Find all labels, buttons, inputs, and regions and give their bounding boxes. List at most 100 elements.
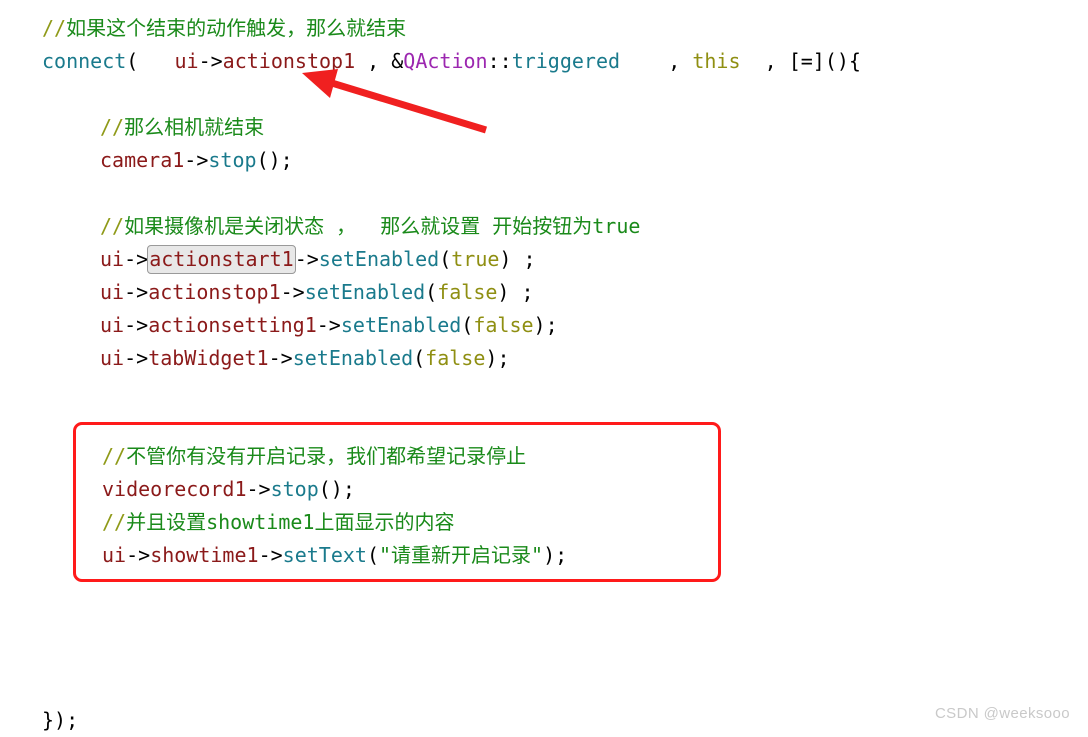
arrow-operator: -> <box>124 247 149 271</box>
close-paren: ) <box>497 280 510 304</box>
code-line-actionsetting1[interactable]: ui->actionsetting1->setEnabled(false); <box>42 309 1052 342</box>
ui-object: ui <box>100 313 125 337</box>
code-line-comment-record[interactable]: //不管你有没有开启记录，我们都希望记录停止 <box>102 440 722 473</box>
comment-text-showtime: 并且设置showtime1上面显示的内容 <box>126 510 455 534</box>
stop-method: stop <box>208 148 257 172</box>
code-block[interactable]: //如果这个结束的动作触发，那么就结束 connect( ui->actions… <box>42 12 1052 737</box>
code-line-closing[interactable]: }); <box>42 704 1052 737</box>
code-line-tabwidget1[interactable]: ui->tabWidget1->setEnabled(false); <box>42 342 1052 375</box>
semicolon: ; <box>342 477 355 501</box>
showtime1-member: showtime1 <box>150 543 259 567</box>
code-line-comment-enable[interactable]: //如果摄像机是关闭状态 ， 那么就设置 开始按钮为true <box>42 210 1052 243</box>
code-line-actionstart1[interactable]: ui->actionstart1->setEnabled(true) ; <box>42 243 1052 276</box>
code-line-camera-stop[interactable]: camera1->stop(); <box>42 144 1052 177</box>
connect-function-name: connect <box>42 49 127 73</box>
false-literal: false <box>473 313 534 337</box>
ampersand: & <box>391 49 404 73</box>
false-literal: false <box>425 346 486 370</box>
code-editor-surface: //如果这个结束的动作触发，那么就结束 connect( ui->actions… <box>0 0 1088 734</box>
code-line-comment-trigger[interactable]: //如果这个结束的动作触发，那么就结束 <box>42 12 1052 45</box>
string-literal-showtime: "请重新开启记录" <box>379 543 544 567</box>
triggered-signal: triggered <box>511 49 621 73</box>
comment-text-record: 不管你有没有开启记录，我们都希望记录停止 <box>126 444 527 468</box>
videorecord1-object: videorecord1 <box>102 477 247 501</box>
open-paren: ( <box>413 346 426 370</box>
tabwidget1-member: tabWidget1 <box>148 346 269 370</box>
comma: , <box>764 49 777 73</box>
arrow-operator: -> <box>124 313 149 337</box>
arrow-operator: -> <box>280 280 305 304</box>
setenabled-method: setEnabled <box>340 313 462 337</box>
ui-object: ui <box>100 346 125 370</box>
actionstop1-member: actionstop1 <box>222 49 356 73</box>
lambda-params: () <box>824 49 849 73</box>
comma: , <box>367 49 380 73</box>
this-keyword: this <box>692 49 741 73</box>
comma: , <box>668 49 681 73</box>
open-paren: ( <box>126 49 139 73</box>
arrow-operator: -> <box>316 313 341 337</box>
close-paren: ) <box>485 346 498 370</box>
true-literal: true <box>451 247 500 271</box>
open-paren: ( <box>366 543 379 567</box>
comment-text-trigger: 如果这个结束的动作触发，那么就结束 <box>66 16 407 40</box>
semicolon: ; <box>545 313 558 337</box>
close-paren: ) <box>543 543 556 567</box>
actionstart1-highlighted-identifier[interactable]: actionstart1 <box>147 245 296 274</box>
arrow-operator: -> <box>184 148 209 172</box>
comment-slashes: // <box>100 214 125 238</box>
close-paren: ) <box>533 313 546 337</box>
semicolon: ; <box>555 543 568 567</box>
empty-parens: () <box>256 148 281 172</box>
actionstop1-member: actionstop1 <box>148 280 281 304</box>
semicolon: ; <box>280 148 293 172</box>
setenabled-method: setEnabled <box>318 247 440 271</box>
close-paren: ) <box>499 247 512 271</box>
comment-slashes: // <box>102 510 127 534</box>
empty-parens: () <box>318 477 343 501</box>
setenabled-method: setEnabled <box>292 346 414 370</box>
camera1-object: camera1 <box>100 148 185 172</box>
stop-method: stop <box>270 477 319 501</box>
arrow-operator: -> <box>246 477 271 501</box>
arrow-operator: -> <box>126 543 151 567</box>
ui-object: ui <box>100 280 125 304</box>
comment-slashes: // <box>100 115 125 139</box>
boxed-code-group[interactable]: //不管你有没有开启记录，我们都希望记录停止 videorecord1->sto… <box>102 440 722 572</box>
arrow-operator: -> <box>198 49 223 73</box>
open-paren: ( <box>425 280 438 304</box>
setenabled-method: setEnabled <box>304 280 426 304</box>
comment-slashes: // <box>102 444 127 468</box>
code-line-actionstop1[interactable]: ui->actionstop1->setEnabled(false) ; <box>42 276 1052 309</box>
qaction-type: QAction <box>403 49 488 73</box>
open-paren: ( <box>461 313 474 337</box>
comment-slashes: // <box>42 16 67 40</box>
code-line-comment-showtime[interactable]: //并且设置showtime1上面显示的内容 <box>102 506 722 539</box>
red-highlight-rectangle: //不管你有没有开启记录，我们都希望记录停止 videorecord1->sto… <box>73 422 721 582</box>
semicolon: ; <box>497 346 510 370</box>
csdn-watermark: CSDN @weeksooo <box>934 705 1070 722</box>
code-line-connect[interactable]: connect( ui->actionstop1 , &QAction::tri… <box>42 45 1052 78</box>
code-line-videorecord-stop[interactable]: videorecord1->stop(); <box>102 473 722 506</box>
code-line-comment-camera[interactable]: //那么相机就结束 <box>42 111 1052 144</box>
code-line-showtime-settext[interactable]: ui->showtime1->setText("请重新开启记录"); <box>102 539 722 572</box>
lambda-capture: [=] <box>788 49 825 73</box>
comment-text-camera: 那么相机就结束 <box>124 115 265 139</box>
arrow-operator: -> <box>258 543 283 567</box>
actionsetting1-member: actionsetting1 <box>148 313 317 337</box>
arrow-operator: -> <box>294 247 319 271</box>
